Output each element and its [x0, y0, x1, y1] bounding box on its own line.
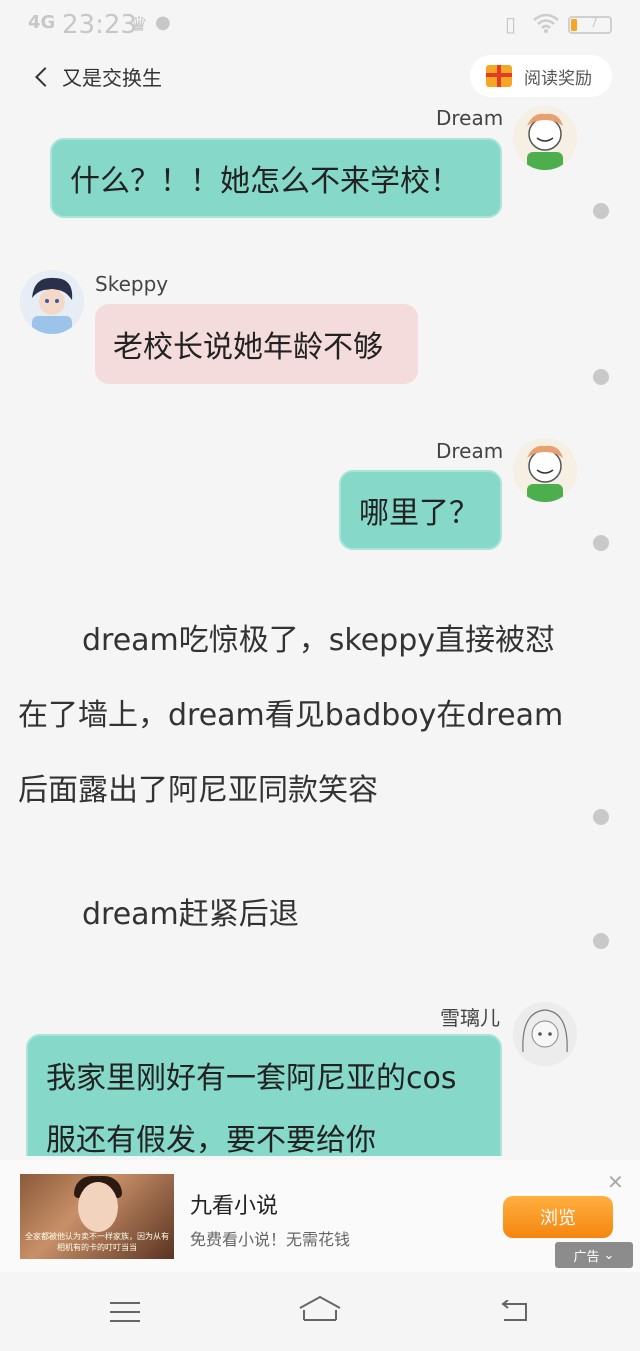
avatar-dream[interactable]: [513, 106, 577, 170]
home-icon[interactable]: [298, 1294, 342, 1324]
reading-reward-label: 阅读奖励: [524, 68, 592, 89]
message-clip: 我家里刚好有一套阿尼亚的cos服还有假发，要不要给你: [26, 1034, 502, 1156]
battery-icon: 7: [568, 16, 612, 34]
message-text: 老校长说她年龄不够: [113, 330, 383, 365]
speaker-name: Dream: [436, 439, 504, 463]
clock: 23:23: [62, 10, 137, 40]
book-title: 又是交换生: [62, 66, 162, 90]
ad-browse-button[interactable]: 浏览: [503, 1196, 613, 1238]
back-button[interactable]: 又是交换生: [32, 62, 162, 91]
ad-title: 九看小说: [190, 1194, 279, 1219]
ad-tag-label: 广告: [573, 1249, 600, 1265]
gift-icon: [486, 65, 512, 87]
ad-tag[interactable]: 广告 ⌄: [555, 1242, 633, 1268]
ad-image[interactable]: 全家都被他认为卖不一样家族，因为从有相机有的卡的叮叮当当: [20, 1174, 174, 1259]
comment-dot[interactable]: [593, 203, 609, 219]
ad-banner[interactable]: 全家都被他认为卖不一样家族，因为从有相机有的卡的叮叮当当 九看小说 免费看小说！…: [0, 1160, 640, 1272]
avatar-xueli[interactable]: [513, 1002, 577, 1066]
narration-paragraph: dream吃惊极了，skeppy直接被怼在了墙上，dream看见badboy在d…: [18, 623, 564, 808]
speaker-name: Skeppy: [95, 272, 169, 296]
message-bubble: 我家里刚好有一套阿尼亚的cos服还有假发，要不要给你: [26, 1034, 502, 1156]
wifi-icon: [533, 12, 559, 39]
nav-header: 又是交换生 阅读奖励: [0, 52, 640, 102]
menu-icon[interactable]: [110, 1302, 140, 1329]
message-bubble: 哪里了？: [339, 470, 502, 550]
close-icon[interactable]: ✕: [607, 1170, 624, 1194]
system-nav-bar: [0, 1272, 640, 1351]
narration-paragraph: dream赶紧后退: [82, 897, 299, 932]
comment-dot[interactable]: [593, 369, 609, 385]
avatar-skeppy[interactable]: [20, 270, 84, 334]
message-bubble: 老校长说她年龄不够: [95, 304, 418, 384]
crown-icon: ♛: [130, 12, 148, 36]
message-text: 我家里刚好有一套阿尼亚的cos服还有假发，要不要给你: [46, 1061, 457, 1156]
signal-icon: 4G: [28, 12, 56, 33]
mute-icon: ▯: [505, 12, 517, 36]
back-icon[interactable]: [500, 1299, 530, 1322]
comment-dot[interactable]: [593, 535, 609, 551]
comment-dot[interactable]: [593, 809, 609, 825]
chat-notification-icon: ●: [155, 12, 171, 33]
back-chevron-icon: [35, 66, 55, 87]
chevron-down-icon: ⌄: [603, 1247, 615, 1263]
message-text: 哪里了？: [359, 496, 479, 531]
ad-description: 免费看小说！无需花钱: [190, 1230, 351, 1249]
message-bubble: 什么？！！她怎么不来学校！: [50, 138, 502, 218]
message-text: 什么？！！她怎么不来学校！: [70, 164, 460, 199]
speaker-name: 雪璃儿: [440, 1006, 500, 1030]
comment-dot[interactable]: [593, 933, 609, 949]
avatar-dream[interactable]: [513, 438, 577, 502]
speaker-name: Dream: [436, 106, 504, 130]
ad-image-caption: 全家都被他认为卖不一样家族，因为从有相机有的卡的叮叮当当: [25, 1232, 169, 1252]
status-bar: 4G 23:23 ♛ ● ▯ 7: [0, 0, 640, 50]
reading-reward-button[interactable]: 阅读奖励: [470, 55, 612, 97]
